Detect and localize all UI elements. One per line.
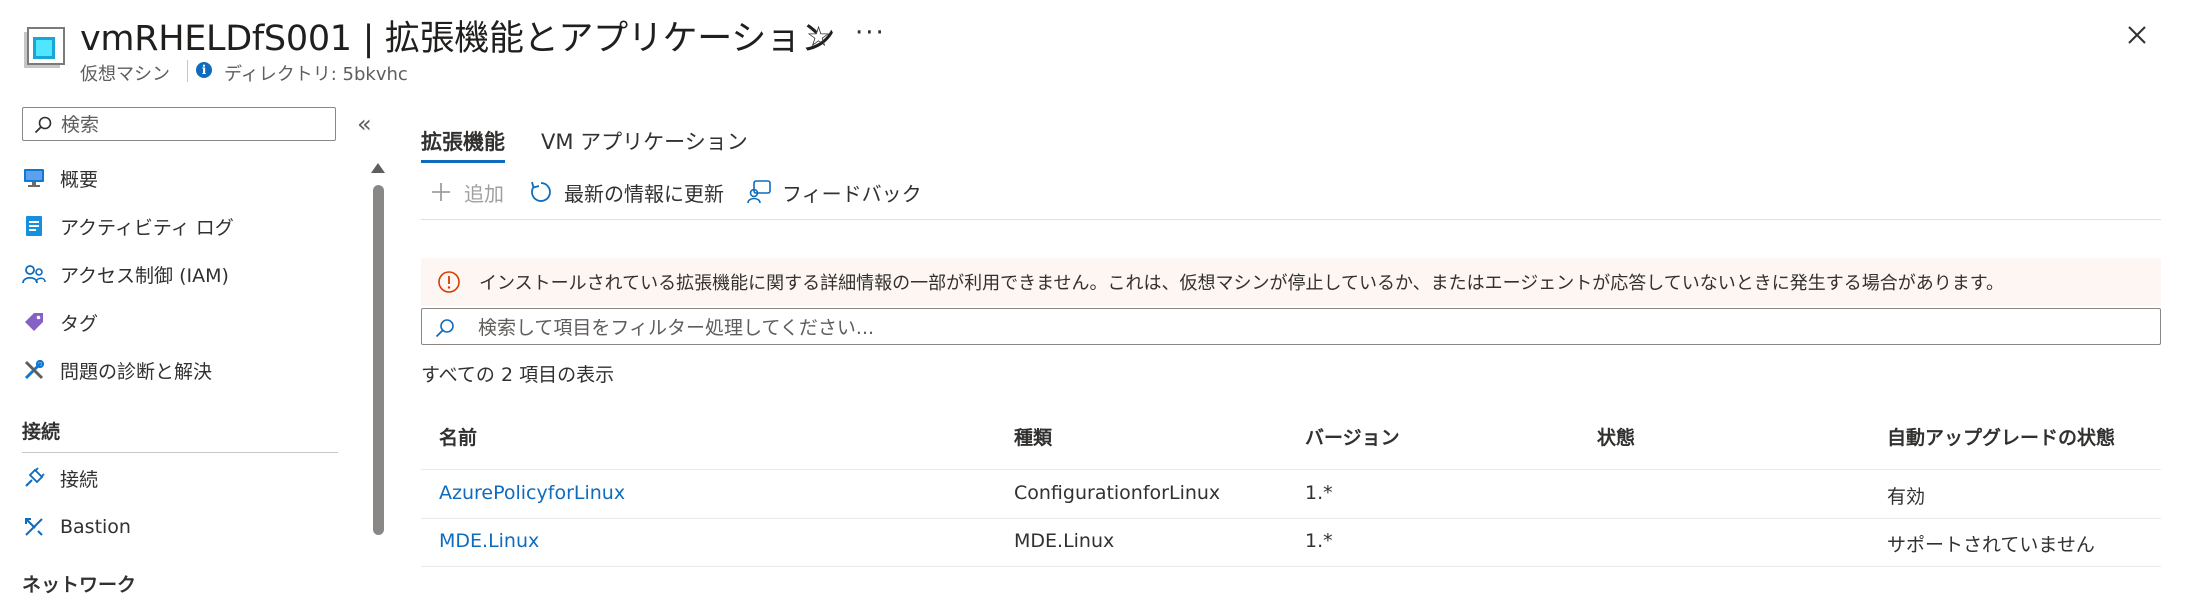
sidebar-item-overview[interactable]: 概要 xyxy=(22,158,342,198)
table-row-divider xyxy=(421,518,2161,519)
more-options-icon[interactable]: ··· xyxy=(855,18,886,48)
warning-text: インストールされている拡張機能に関する詳細情報の一部が利用できません。これは、仮… xyxy=(479,273,2004,294)
info-icon: i xyxy=(196,62,212,78)
extension-link[interactable]: AzurePolicyforLinux xyxy=(439,482,625,504)
tab-extensions[interactable]: 拡張機能 xyxy=(421,126,505,156)
feedback-icon xyxy=(746,179,772,205)
tab-vm-applications[interactable]: VM アプリケーション xyxy=(541,126,748,156)
filter-input[interactable] xyxy=(476,314,2080,342)
active-tab-indicator xyxy=(421,160,505,163)
add-button[interactable]: 追加 xyxy=(428,174,504,210)
sidebar-item-connect[interactable]: 接続 xyxy=(22,458,342,498)
sidebar-item-label: 概要 xyxy=(60,168,99,191)
people-icon xyxy=(22,262,46,286)
refresh-label: 最新の情報に更新 xyxy=(564,181,724,206)
directory-label: ディレクトリ: 5bkvhc xyxy=(224,64,408,85)
feedback-label: フィードバック xyxy=(782,181,922,206)
wrench-icon xyxy=(22,358,46,382)
sidebar-item-label: アクセス制御 (IAM) xyxy=(60,264,229,287)
section-header-connect: 接続 xyxy=(22,421,61,443)
sidebar-item-label: 問題の診断と解決 xyxy=(60,360,213,383)
refresh-button[interactable]: 最新の情報に更新 xyxy=(528,174,724,210)
activity-log-icon xyxy=(22,214,46,238)
table-header-divider xyxy=(421,469,2161,470)
sidebar-item-label: 接続 xyxy=(60,468,99,491)
sidebar-item-label: タグ xyxy=(60,312,99,335)
section-divider xyxy=(22,452,338,453)
scroll-up-arrow[interactable] xyxy=(371,163,385,173)
monitor-icon xyxy=(22,166,46,190)
sidebar-scrollbar[interactable] xyxy=(373,185,384,535)
table-cell-auto-upgrade: 有効 xyxy=(1887,486,1926,508)
table-row-divider xyxy=(421,566,2161,567)
add-label: 追加 xyxy=(464,181,504,206)
table-cell-type: ConfigurationforLinux xyxy=(1014,482,1221,504)
tag-icon xyxy=(22,310,46,334)
column-header-auto-upgrade[interactable]: 自動アップグレードの状態 xyxy=(1887,423,2115,450)
toolbar-divider xyxy=(421,219,2161,220)
feedback-button[interactable]: フィードバック xyxy=(746,174,922,210)
sidebar-search-input[interactable] xyxy=(59,112,333,138)
column-header-type[interactable]: 種類 xyxy=(1014,423,1052,450)
warning-info-icon xyxy=(438,271,460,293)
plus-icon xyxy=(428,179,454,205)
header-separator xyxy=(187,60,188,82)
item-count: すべての 2 項目の表示 xyxy=(421,364,615,386)
table-cell-version: 1.* xyxy=(1305,482,1333,504)
collapse-sidebar-icon[interactable]: « xyxy=(357,110,372,138)
sidebar-item-label: Bastion xyxy=(60,516,131,538)
extension-link[interactable]: MDE.Linux xyxy=(439,530,539,552)
bastion-icon xyxy=(22,515,46,539)
resource-type-label: 仮想マシン xyxy=(80,64,170,85)
section-header-network: ネットワーク xyxy=(22,574,137,596)
page-title: vmRHELDfS001 | 拡張機能とアプリケーション xyxy=(80,19,836,59)
column-header-status[interactable]: 状態 xyxy=(1597,423,1635,450)
sidebar-item-tags[interactable]: タグ xyxy=(22,302,342,342)
sidebar-item-activity-log[interactable]: アクティビティ ログ xyxy=(22,206,342,246)
filter-box[interactable] xyxy=(421,308,2161,345)
virtual-machine-icon xyxy=(24,27,65,68)
warning-banner: インストールされている拡張機能に関する詳細情報の一部が利用できません。これは、仮… xyxy=(421,258,2161,306)
sidebar-item-iam[interactable]: アクセス制御 (IAM) xyxy=(22,254,342,294)
table-cell-type: MDE.Linux xyxy=(1014,530,1115,552)
table-cell-auto-upgrade: サポートされていません xyxy=(1887,534,2095,556)
close-icon[interactable] xyxy=(2120,18,2154,52)
table-cell-version: 1.* xyxy=(1305,530,1333,552)
column-header-version[interactable]: バージョン xyxy=(1305,423,1400,450)
sidebar-item-label: アクティビティ ログ xyxy=(60,216,234,239)
search-icon xyxy=(34,116,52,134)
sidebar-item-bastion[interactable]: Bastion xyxy=(22,507,342,547)
sidebar-search[interactable] xyxy=(22,107,336,141)
search-icon xyxy=(435,319,454,338)
sidebar-item-diagnose[interactable]: 問題の診断と解決 xyxy=(22,350,342,390)
refresh-icon xyxy=(528,179,554,205)
plug-icon xyxy=(22,466,46,490)
favorite-star-icon[interactable]: ☆ xyxy=(806,20,831,53)
column-header-name[interactable]: 名前 xyxy=(439,423,477,450)
